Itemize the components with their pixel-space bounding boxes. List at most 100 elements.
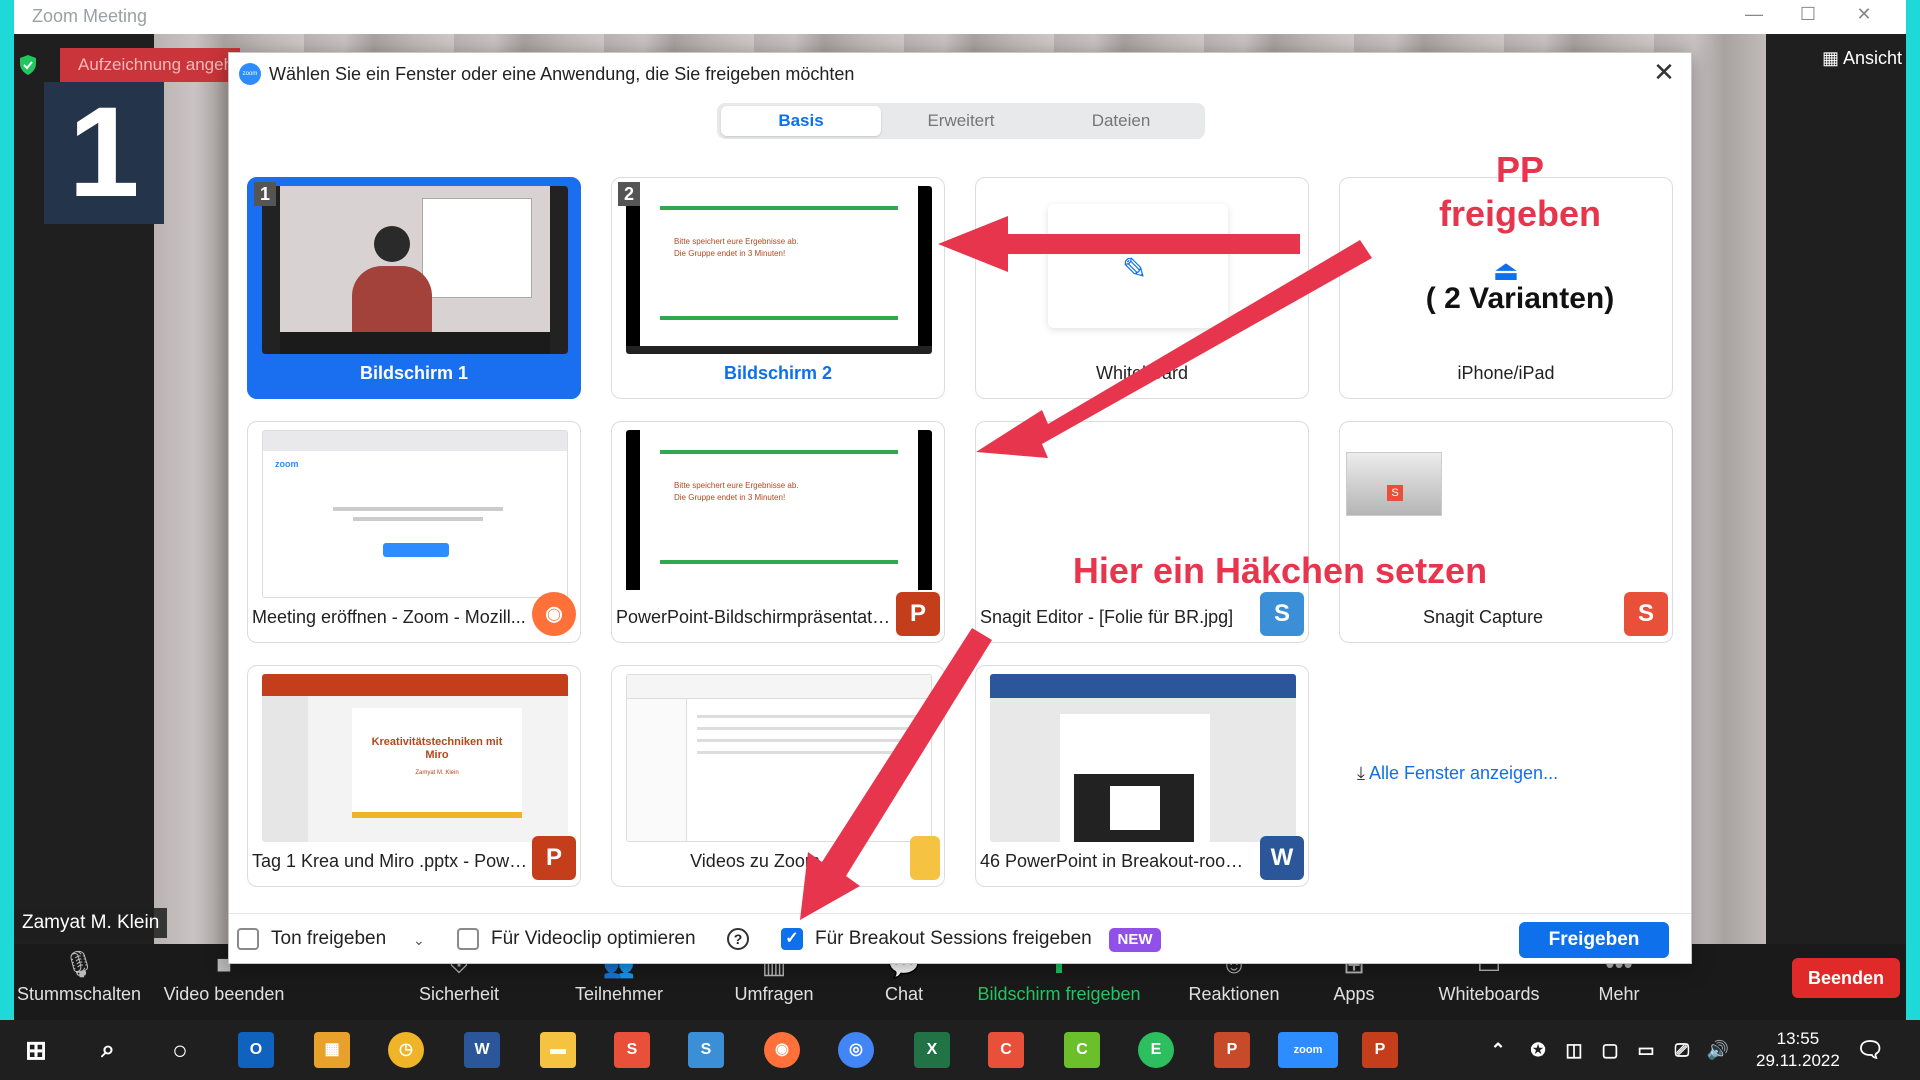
tile-whiteboard[interactable]: ✎ Whiteboard [975, 177, 1309, 399]
tile-label: iPhone/iPad [1457, 363, 1555, 383]
video-area-right [1766, 34, 1906, 944]
view-button[interactable]: ▦ Ansicht [1822, 48, 1902, 69]
powerpoint-app-icon: P [532, 836, 576, 880]
tile-label: Videos zu Zoom [690, 851, 820, 871]
firefox-icon[interactable]: ◉ [764, 1032, 800, 1068]
tile-file-explorer[interactable]: Videos zu Zoom [611, 665, 945, 887]
network-icon[interactable]: ⎚ [1664, 1032, 1700, 1068]
chevron-down-icon[interactable]: ⌄ [413, 932, 425, 949]
word-icon[interactable]: W [464, 1032, 500, 1068]
evernote-icon[interactable]: E [1138, 1032, 1174, 1068]
clock-time: 13:55 [1776, 1029, 1820, 1048]
share-sound-label: Ton freigeben [271, 928, 387, 949]
shield-icon[interactable] [18, 54, 38, 76]
powerpoint-taskbar-icon[interactable]: P [1362, 1032, 1398, 1068]
screen-number-badge: 2 [618, 182, 640, 206]
mute-button[interactable]: 🎙 Stummschalten [14, 944, 144, 1020]
tray-device-icon[interactable]: ▢ [1592, 1032, 1628, 1068]
snagit-capture-icon[interactable]: S [688, 1032, 724, 1068]
tile-snagit-editor[interactable]: Snagit Editor - [Folie für BR.jpg] S [975, 421, 1309, 643]
windows-taskbar: ⊞ ⌕ ○ O ▦ ◷ W ▬ S S ◉ ◎ X C C E P zoom P… [0, 1020, 1920, 1080]
window-title: Zoom Meeting [32, 6, 148, 26]
tile-screen-1[interactable]: 1 Bildschirm 1 [247, 177, 581, 399]
word-document-thumbnail [990, 674, 1296, 842]
close-window-icon[interactable]: ✕ [1844, 4, 1884, 25]
maximize-icon[interactable]: ☐ [1788, 4, 1828, 25]
firefox-app-icon: ◉ [532, 592, 576, 636]
tile-label: Snagit Editor - [Folie für BR.jpg] [980, 607, 1234, 627]
tile-label: PowerPoint-Bildschirmpräsentatio... [616, 607, 902, 627]
zoom-taskbar-icon[interactable]: zoom [1278, 1032, 1338, 1068]
alarm-clock-icon[interactable]: ◷ [388, 1032, 424, 1068]
tile-powerpoint-slideshow[interactable]: Bitte speichert eure Ergebnisse ab. Die … [611, 421, 945, 643]
breakout-share-checkbox[interactable]: ✓ [781, 928, 803, 950]
breakout-share-label: Für Breakout Sessions freigeben [815, 928, 1092, 949]
whiteboard-preview: ✎ [1048, 204, 1228, 328]
taskbar-clock[interactable]: 13:55 29.11.2022 [1756, 1028, 1840, 1072]
snagit-editor-app-icon: S [1260, 592, 1304, 636]
word-app-icon: W [1260, 836, 1304, 880]
share-sound-checkbox[interactable] [237, 928, 259, 950]
tile-word-document[interactable]: 46 PowerPoint in Breakout-rooms... W [975, 665, 1309, 887]
minimize-icon[interactable]: — [1734, 4, 1774, 25]
optimize-video-label: Für Videoclip optimieren [491, 928, 696, 949]
windows-start-icon[interactable]: ⊞ [18, 1032, 54, 1068]
camtasia-icon[interactable]: C [988, 1032, 1024, 1068]
tile-label: 46 PowerPoint in Breakout-rooms... [980, 851, 1265, 871]
share-button[interactable]: Freigeben [1519, 922, 1669, 958]
excel-icon[interactable]: X [914, 1032, 950, 1068]
clock-date: 29.11.2022 [1756, 1051, 1840, 1070]
help-icon[interactable]: ? [727, 928, 749, 950]
download-icon: ⤓ [1357, 763, 1369, 783]
panel-number: 1 [44, 82, 164, 224]
tab-dateien[interactable]: Dateien [1041, 106, 1201, 136]
pdf-tool-icon[interactable]: P [1214, 1032, 1250, 1068]
tile-label: Tag 1 Krea und Miro .pptx - Powe... [252, 851, 535, 871]
annotation-pp-share: PP freigeben [1438, 149, 1602, 234]
snagit-capture-app-icon: S [1624, 592, 1668, 636]
microphone-icon: 🎙 [62, 949, 96, 979]
new-badge: NEW [1109, 928, 1161, 952]
tab-basis[interactable]: Basis [721, 106, 881, 136]
file-explorer-icon[interactable]: ▬ [540, 1032, 576, 1068]
recording-status-badge: Aufzeichnung angehalten [60, 48, 240, 82]
store-icon[interactable]: ▦ [314, 1032, 350, 1068]
battery-icon[interactable]: ▭ [1628, 1032, 1664, 1068]
screen-1-thumbnail [262, 186, 568, 354]
outlook-icon[interactable]: O [238, 1032, 274, 1068]
volume-icon[interactable]: 🔊 [1700, 1032, 1736, 1068]
cortana-icon[interactable]: ○ [162, 1032, 198, 1068]
end-meeting-button[interactable]: Beenden [1792, 958, 1900, 998]
dialog-title: zoom Wählen Sie ein Fenster oder eine An… [239, 61, 854, 87]
tile-firefox-window[interactable]: zoom Meeting eröffnen - Zoom - Mozill...… [247, 421, 581, 643]
tile-powerpoint-editor[interactable]: Kreativitätstechniken mit Miro Zamyat M.… [247, 665, 581, 887]
firefox-window-thumbnail: zoom [262, 430, 568, 598]
tile-label: Bildschirm 1 [359, 363, 469, 383]
tile-label: Bildschirm 2 [723, 363, 833, 383]
folder-app-icon [910, 836, 940, 880]
tray-camera-icon[interactable]: ◫ [1556, 1032, 1592, 1068]
close-icon[interactable]: ✕ [1651, 59, 1677, 85]
snagit-capture-thumbnail: S [1346, 452, 1442, 516]
tile-label: Snagit Capture [1422, 607, 1544, 627]
snagit-editor-icon[interactable]: S [614, 1032, 650, 1068]
notifications-icon[interactable]: 🗨 [1852, 1032, 1888, 1068]
powerpoint-app-icon: P [896, 592, 940, 636]
annotation-checkbox-hint: Hier ein Häkchen setzen [1072, 550, 1488, 591]
tab-erweitert[interactable]: Erweitert [881, 106, 1041, 136]
window-titlebar: Zoom Meeting — ☐ ✕ [14, 0, 1906, 34]
tile-screen-2[interactable]: Bitte speichert eure Ergebnisse ab. Die … [611, 177, 945, 399]
annotation-variants: ( 2 Varianten) [1425, 282, 1615, 315]
show-all-windows-link[interactable]: ⤓ Alle Fenster anzeigen... [1357, 763, 1558, 784]
dialog-footer: Ton freigeben ⌄ Für Videoclip optimieren… [229, 913, 1691, 965]
camtasia-green-icon[interactable]: C [1064, 1032, 1100, 1068]
pen-icon: ✎ [1122, 253, 1148, 286]
tile-label: Meeting eröffnen - Zoom - Mozill... [252, 607, 526, 627]
optimize-video-checkbox[interactable] [457, 928, 479, 950]
chrome-icon[interactable]: ◎ [838, 1032, 874, 1068]
screen-2-thumbnail: Bitte speichert eure Ergebnisse ab. Die … [626, 186, 932, 354]
tray-app-icon[interactable]: ✪ [1520, 1032, 1556, 1068]
search-icon[interactable]: ⌕ [90, 1032, 126, 1068]
tile-snagit-capture[interactable]: S Snagit Capture S [1339, 421, 1673, 643]
tray-chevron-icon[interactable]: ⌃ [1480, 1032, 1516, 1068]
